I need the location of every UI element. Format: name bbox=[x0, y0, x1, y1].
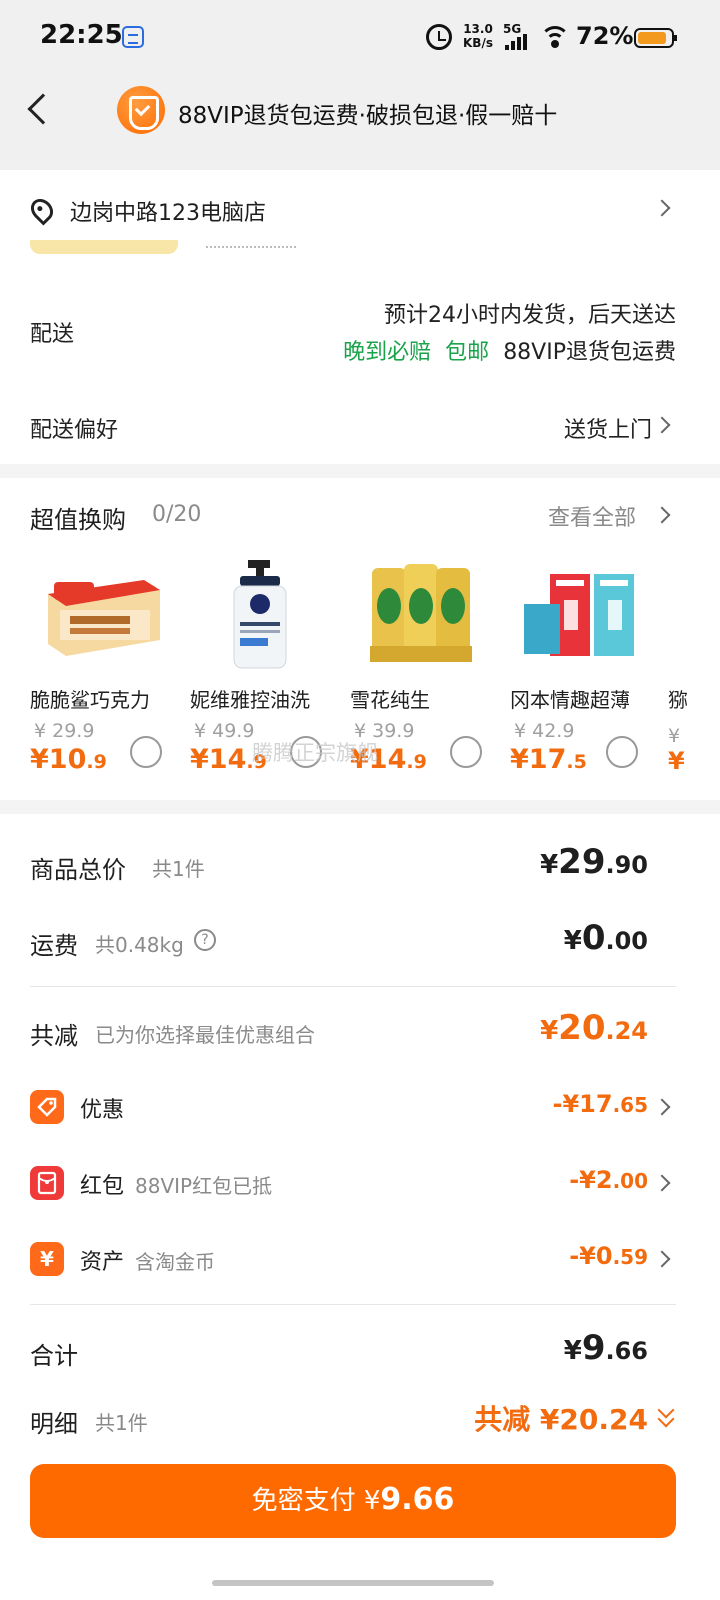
pay-button-amount: 9.66 bbox=[380, 1482, 455, 1517]
product-exchange-price: ¥ bbox=[668, 747, 685, 775]
header-title: 88VIP退货包运费·破损包退·假一赔十 bbox=[178, 103, 558, 129]
help-circle-icon[interactable]: ? bbox=[194, 929, 216, 951]
goods-total-label: 商品总价 bbox=[30, 856, 126, 884]
delivery-estimate: 预计24小时内发货，后天送达 bbox=[384, 303, 676, 328]
status-time: 22:25 bbox=[40, 20, 123, 50]
total-label: 合计 bbox=[30, 1342, 78, 1370]
vip-return-tag: 88VIP退货包运费 bbox=[503, 340, 676, 365]
total-reduction-label: 共减 bbox=[30, 1022, 78, 1050]
shipping-weight: 共0.48kg bbox=[95, 933, 184, 957]
delivery-preference-value[interactable]: 送货上门 bbox=[564, 412, 652, 444]
red-packet-note: 88VIP红包已抵 bbox=[135, 1174, 273, 1198]
nivea-bottle-icon bbox=[233, 560, 287, 669]
select-radio-1[interactable] bbox=[130, 736, 162, 768]
double-chevron-down-icon[interactable] bbox=[656, 1401, 676, 1428]
battery-icon bbox=[634, 28, 677, 48]
product-name: 冈本情趣超薄 bbox=[510, 688, 630, 712]
asset-coin-icon: ¥ bbox=[30, 1242, 64, 1276]
detail-reduction[interactable]: 共减 ¥20.24 bbox=[474, 1398, 648, 1438]
product-exchange-price: ¥10.9 bbox=[30, 744, 107, 775]
view-all-link[interactable]: 查看全部 bbox=[548, 500, 636, 532]
product-original-price: ¥ 42.9 bbox=[514, 720, 575, 742]
coupon-tag-icon bbox=[30, 1090, 64, 1124]
detail-label: 明细 bbox=[30, 1410, 78, 1438]
exchange-title: 超值换购 bbox=[30, 506, 126, 534]
detail-count: 共1件 bbox=[95, 1411, 148, 1435]
exchange-product-4[interactable]: 冈本情趣超薄 ¥ 42.9 ¥17.5 bbox=[450, 560, 660, 780]
product-name: 脆脆鲨巧克力 bbox=[30, 688, 150, 712]
alarm-icon bbox=[426, 24, 452, 50]
total-amount: ¥9.66 bbox=[563, 1328, 648, 1368]
product-preview-text-edge bbox=[206, 240, 296, 248]
delivery-label: 配送 bbox=[30, 322, 75, 347]
signal-icon bbox=[505, 34, 527, 50]
pay-button[interactable]: 免密支付 ¥9.66 bbox=[30, 1464, 676, 1538]
product-original-price: ¥ 49.9 bbox=[194, 720, 255, 742]
asset-note: 含淘金币 bbox=[135, 1250, 215, 1274]
asset-amount[interactable]: -¥0.59 bbox=[569, 1242, 648, 1270]
net-speed: 13.0 KB/s bbox=[463, 22, 493, 50]
goods-total-amount: ¥29.90 bbox=[540, 842, 648, 882]
product-name: 雪花纯生 bbox=[350, 688, 430, 712]
store-watermark: 腾腾正宗旗舰 bbox=[252, 741, 378, 765]
red-packet-icon bbox=[30, 1166, 64, 1200]
divider bbox=[30, 1304, 676, 1305]
total-reduction-amount: ¥20.24 bbox=[540, 1008, 648, 1048]
select-radio-4[interactable] bbox=[606, 736, 638, 768]
okamoto-box-icon bbox=[524, 574, 634, 656]
select-radio-3[interactable] bbox=[450, 736, 482, 768]
product-exchange-price: ¥17.5 bbox=[510, 744, 587, 775]
late-compensation-tag: 晚到必赔 bbox=[343, 340, 432, 365]
shipping-amount: ¥0.00 bbox=[563, 918, 648, 958]
free-shipping-tag: 包邮 bbox=[445, 340, 490, 365]
shield-check-icon bbox=[117, 86, 165, 134]
red-packet-amount[interactable]: -¥2.00 bbox=[569, 1166, 648, 1194]
asset-label: 资产 bbox=[80, 1250, 125, 1275]
exchange-count: 0/20 bbox=[152, 502, 202, 527]
pay-button-label: 免密支付 ¥ bbox=[251, 1486, 381, 1516]
exchange-product-5-partial[interactable]: 猕 ¥ ¥ bbox=[668, 684, 720, 784]
wafer-box-icon bbox=[48, 580, 160, 656]
product-preview-edge bbox=[30, 240, 178, 254]
discount-label: 优惠 bbox=[80, 1098, 125, 1123]
shipping-label: 运费 bbox=[30, 932, 78, 960]
address-text[interactable]: 边岗中路123电脑店 bbox=[70, 195, 266, 227]
product-original-price: ¥ 29.9 bbox=[34, 720, 95, 742]
battery-percent: 72% bbox=[576, 22, 634, 50]
goods-count: 共1件 bbox=[152, 857, 205, 881]
product-original-price: ¥ bbox=[668, 725, 681, 747]
divider bbox=[30, 986, 676, 987]
product-name: 猕 bbox=[668, 688, 688, 712]
wifi-icon bbox=[540, 26, 570, 48]
beer-cans-icon bbox=[370, 564, 472, 662]
home-indicator[interactable] bbox=[212, 1580, 494, 1586]
best-discount-note: 已为你选择最佳优惠组合 bbox=[95, 1023, 315, 1047]
delivery-tags: 晚到必赔 包邮 88VIP退货包运费 bbox=[343, 334, 676, 366]
app-notification-icon bbox=[122, 26, 144, 48]
product-name: 妮维雅控油洗 bbox=[190, 688, 310, 712]
delivery-preference-label: 配送偏好 bbox=[30, 418, 119, 443]
red-packet-label: 红包 bbox=[80, 1174, 125, 1199]
discount-amount[interactable]: -¥17.65 bbox=[553, 1090, 649, 1118]
